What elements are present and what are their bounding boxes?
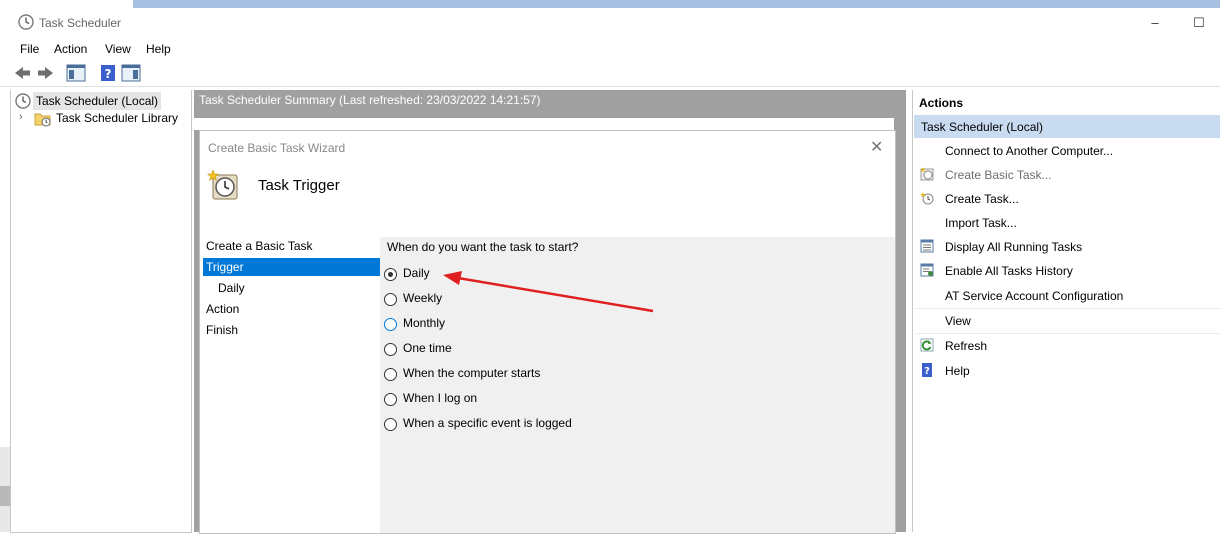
radio-button[interactable] <box>384 293 397 306</box>
list-icon <box>920 239 934 253</box>
separator <box>915 333 1220 334</box>
radio-label: When the computer starts <box>403 366 541 380</box>
summary-header: Task Scheduler Summary (Last refreshed: … <box>194 90 906 118</box>
trigger-question: When do you want the task to start? <box>387 240 579 254</box>
actions-header: Actions <box>919 96 964 110</box>
folder-clock-icon <box>34 113 51 127</box>
radio-button[interactable] <box>384 393 397 406</box>
step-daily: Daily <box>218 281 245 295</box>
radio-label: When I log on <box>403 391 478 405</box>
actions-section-task-scheduler-local[interactable]: Task Scheduler (Local) <box>914 115 1220 138</box>
left-edge-scroll <box>0 486 10 506</box>
step-trigger: Trigger <box>203 258 380 276</box>
taskbar-strip <box>0 0 1220 8</box>
action-connect-computer[interactable]: Connect to Another Computer... <box>945 144 1113 158</box>
svg-text:?: ? <box>924 366 930 377</box>
tree-item-task-scheduler-library[interactable]: Task Scheduler Library <box>56 111 178 125</box>
radio-label: Monthly <box>403 316 446 330</box>
radio-button[interactable] <box>384 343 397 356</box>
maximize-button[interactable]: ☐ <box>1184 12 1214 34</box>
action-refresh[interactable]: Refresh <box>945 339 987 353</box>
toolbar: ? <box>0 60 1220 87</box>
radio-label: Weekly <box>403 291 443 305</box>
radio-button[interactable] <box>384 318 397 331</box>
radio-button[interactable] <box>384 418 397 431</box>
summary-pane-strip <box>194 118 894 130</box>
radio-button[interactable] <box>384 368 397 381</box>
menu-action[interactable]: Action <box>54 42 87 56</box>
svg-text:?: ? <box>105 67 112 81</box>
window-title: Task Scheduler <box>39 16 122 30</box>
radio-label: One time <box>403 341 452 355</box>
actions-section-label: Task Scheduler (Local) <box>921 120 1044 134</box>
menu-file[interactable]: File <box>20 42 39 56</box>
radio-button[interactable] <box>384 268 397 281</box>
create-task-icon <box>920 192 934 205</box>
back-arrow-icon[interactable] <box>13 64 33 82</box>
action-create-basic-task[interactable]: Create Basic Task... <box>945 168 1052 182</box>
action-help[interactable]: Help <box>945 364 970 378</box>
clock-icon <box>18 14 34 30</box>
title-bar: Task Scheduler – ☐ <box>0 8 1220 38</box>
menu-view[interactable]: View <box>105 42 131 56</box>
wizard-steps: Create a Basic Task Trigger Daily Action… <box>200 237 380 533</box>
action-view[interactable]: View <box>945 314 971 328</box>
separator <box>915 308 1220 309</box>
step-create-basic-task: Create a Basic Task <box>206 239 313 253</box>
help-icon: ? <box>922 363 932 377</box>
wizard-window-title: Create Basic Task Wizard <box>208 141 346 155</box>
action-import-task[interactable]: Import Task... <box>945 216 1017 230</box>
step-finish: Finish <box>206 323 239 337</box>
clock-icon <box>15 93 31 109</box>
clock-star-icon <box>920 167 934 181</box>
help-icon[interactable]: ? <box>98 64 118 82</box>
radio-label: Daily <box>403 266 430 280</box>
action-enable-tasks-history[interactable]: Enable All Tasks History <box>945 264 1073 278</box>
chevron-right-icon[interactable]: › <box>19 111 23 123</box>
radio-label: When a specific event is logged <box>403 416 572 430</box>
forward-arrow-icon[interactable] <box>35 64 55 82</box>
wizard-page-title: Task Trigger <box>258 177 340 194</box>
menu-help[interactable]: Help <box>146 42 171 56</box>
create-basic-task-wizard: Create Basic Task Wizard ✕ Task Trigger … <box>199 130 896 534</box>
actions-pane: Actions Task Scheduler (Local) Connect t… <box>912 90 1220 532</box>
tree-item-task-scheduler-local[interactable]: Task Scheduler (Local) <box>33 92 162 110</box>
console-tree: Task Scheduler (Local) › Task Scheduler … <box>10 90 192 533</box>
summary-header-text: Task Scheduler Summary (Last refreshed: … <box>199 93 541 107</box>
action-at-service-account[interactable]: AT Service Account Configuration <box>945 289 1123 303</box>
refresh-icon <box>920 338 934 352</box>
wizard-header: Create Basic Task Wizard ✕ Task Trigger <box>200 131 895 237</box>
close-button[interactable]: ✕ <box>870 137 883 157</box>
radio-selected-dot <box>388 272 393 277</box>
show-hide-console-tree-icon[interactable] <box>66 64 86 82</box>
menu-bar: File Action View Help <box>0 38 1220 60</box>
task-clock-star-icon <box>207 169 238 200</box>
history-icon <box>920 263 934 277</box>
step-action: Action <box>206 302 240 316</box>
action-display-running-tasks[interactable]: Display All Running Tasks <box>945 240 1082 254</box>
minimize-button[interactable]: – <box>1140 12 1170 34</box>
action-create-task[interactable]: Create Task... <box>945 192 1019 206</box>
show-hide-action-pane-icon[interactable] <box>121 64 141 82</box>
